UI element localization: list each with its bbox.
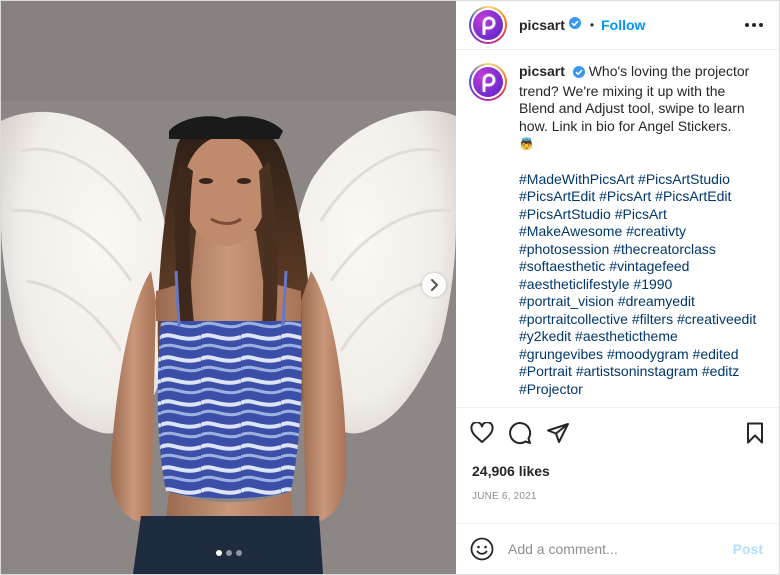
hashtag-link[interactable]: #PicsArtStudio [519,206,611,222]
hashtag-link[interactable]: #edited [693,346,739,362]
hashtag-link[interactable]: #portrait_vision [519,293,614,309]
profile-avatar[interactable] [469,6,507,44]
hashtag-link[interactable]: #grungevibes [519,346,603,362]
hashtag-list: #MadeWithPicsArt #PicsArtStudio #PicsArt… [519,171,763,399]
post-date[interactable]: JUNE 6, 2021 [456,483,779,511]
carousel-dot [215,550,222,556]
hashtag-link[interactable]: #portraitcollective [519,311,628,327]
follow-button[interactable]: Follow [601,17,645,33]
heart-icon[interactable] [470,421,494,444]
hashtag-link[interactable]: #Projector [519,381,583,397]
hashtag-link[interactable]: #editz [702,363,739,379]
hashtag-link[interactable]: #PicsArtEdit [519,188,595,204]
caption-username[interactable]: picsart [519,63,565,79]
bookmark-icon[interactable] [745,422,765,444]
hashtag-link[interactable]: #filters [632,311,673,327]
likes-count[interactable]: 24,906 likes [456,457,779,483]
hashtag-link[interactable]: #Portrait [519,363,572,379]
hashtag-link[interactable]: #PicsArtEdit [655,188,731,204]
comment-icon[interactable] [508,421,532,445]
hashtag-link[interactable]: #thecreatorclass [613,241,716,257]
send-icon[interactable] [546,421,570,445]
hashtag-link[interactable]: #creativeedit [677,311,756,327]
post-media[interactable] [1,1,456,574]
hashtag-link[interactable]: #MadeWithPicsArt [519,171,634,187]
chevron-right-icon [431,279,438,291]
add-comment-bar: Post [456,523,779,574]
hashtag-link[interactable]: #PicsArtStudio [638,171,730,187]
caption-text: picsart Who's loving the projector trend… [519,63,763,407]
hashtag-link[interactable]: #creativty [626,223,686,239]
hashtag-link[interactable]: #softaesthetic [519,258,605,274]
hashtag-link[interactable]: #1990 [633,276,672,292]
comment-input[interactable] [508,541,733,557]
caption-section: picsart Who's loving the projector trend… [456,50,779,407]
carousel-indicator [1,550,456,556]
hashtag-link[interactable]: #vintagefeed [609,258,689,274]
hashtag-link[interactable]: #PicsArt [615,206,667,222]
instagram-post: picsart • Follow picsart Who's loving th… [0,0,780,575]
hashtag-link[interactable]: #photosession [519,241,609,257]
header-username[interactable]: picsart [519,17,565,33]
hashtag-link[interactable]: #dreamyedit [618,293,695,309]
hashtag-link[interactable]: #PicsArt [599,188,651,204]
hashtag-link[interactable]: #artistsoninstagram [576,363,698,379]
verified-badge-icon [572,65,585,83]
caption-avatar[interactable] [469,63,507,101]
post-comment-button[interactable]: Post [733,541,763,557]
hashtag-link[interactable]: #y2kedit [519,328,571,344]
post-header: picsart • Follow [456,1,779,50]
angel-emoji: 👼 [519,137,534,151]
hashtag-link[interactable]: #MakeAwesome [519,223,622,239]
verified-badge-icon [568,16,581,34]
carousel-next-button[interactable] [422,273,446,297]
post-panel: picsart • Follow picsart Who's loving th… [456,1,779,574]
hashtag-link[interactable]: #moodygram [607,346,689,362]
picsart-logo-icon [473,67,503,97]
carousel-dot [225,550,232,556]
post-photo [1,1,456,574]
hashtag-link[interactable]: #aestheticlifestyle [519,276,630,292]
more-options-icon[interactable] [745,23,763,27]
action-bar [456,407,779,457]
carousel-dot [235,550,242,556]
hashtag-link[interactable]: #aesthetictheme [575,328,678,344]
header-separator: • [589,18,595,32]
smiley-icon[interactable] [470,537,494,561]
picsart-logo-icon [473,10,503,40]
